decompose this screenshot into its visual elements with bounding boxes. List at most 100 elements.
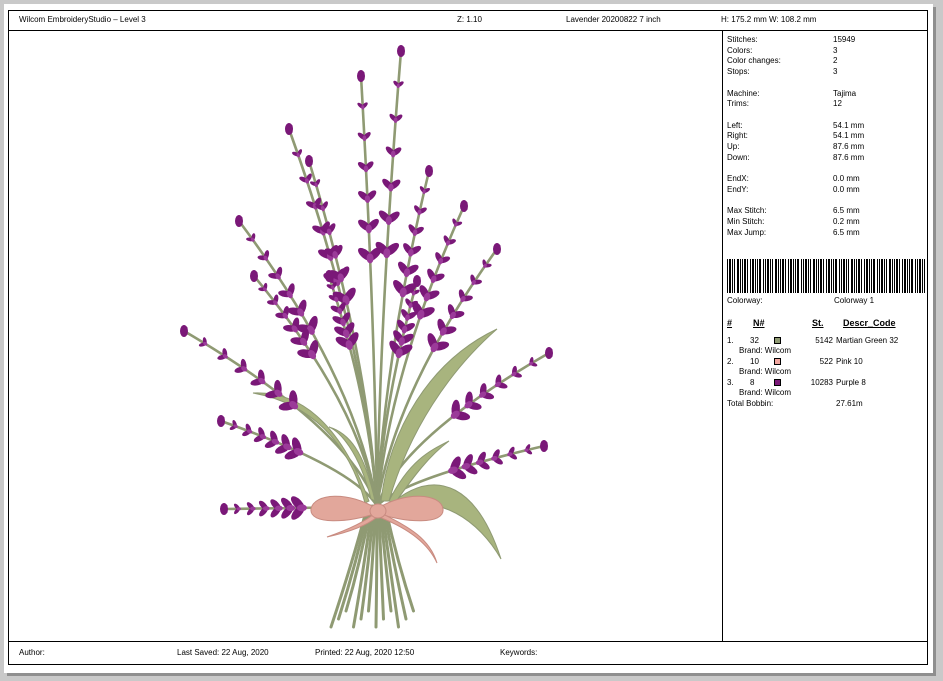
app-title: Wilcom EmbroideryStudio – Level 3 <box>19 15 146 24</box>
barcode-bar <box>841 259 842 293</box>
color-swatch <box>774 337 781 344</box>
stat-label: Color changes: <box>727 56 781 66</box>
barcode-bar <box>778 259 779 293</box>
design-name: Lavender 20200822 7 inch <box>566 15 661 24</box>
col-header-descr: Descr_Code <box>843 318 896 328</box>
barcode-bar <box>780 259 781 293</box>
zoom-level: Z: 1.10 <box>457 15 482 24</box>
barcode-bar <box>765 259 766 293</box>
barcode-bar <box>823 259 824 293</box>
stat-label: Stitches: <box>727 35 758 44</box>
author-field: Author: <box>19 648 45 657</box>
color-row-index: 3. <box>727 378 734 387</box>
stat-label: Min Stitch: <box>727 216 765 226</box>
color-row-number: 8 <box>750 378 755 387</box>
barcode-bar <box>752 259 754 293</box>
color-row-number: 32 <box>750 336 759 345</box>
barcode-bar <box>818 259 819 293</box>
leaf <box>386 484 502 560</box>
barcode-bar <box>727 259 728 293</box>
color-row-description: Martian Green 32 <box>836 336 899 345</box>
barcode-bar <box>744 259 746 293</box>
barcode-bar <box>917 259 918 293</box>
barcode-bar <box>846 259 847 293</box>
barcode-icon <box>727 259 927 293</box>
stat-label: EndY: <box>727 184 749 194</box>
stat-value: 6.5 mm <box>833 206 860 216</box>
lavender-bud-tip <box>413 275 421 287</box>
barcode-bar <box>915 259 916 293</box>
stat-label: Stops: <box>727 67 750 77</box>
barcode-bar <box>861 259 862 293</box>
barcode-bar <box>831 259 832 293</box>
barcode-bar <box>740 259 741 293</box>
lavender-bud-tip <box>220 503 228 515</box>
stat-label: Down: <box>727 152 750 162</box>
barcode-bar <box>909 259 910 293</box>
panel-divider <box>722 30 723 641</box>
barcode-bar <box>911 259 913 293</box>
barcode-bar <box>881 259 883 293</box>
barcode-bar <box>797 259 799 293</box>
color-row-brand: Brand: Wilcom <box>739 388 792 397</box>
total-bobbin-value: 27.61m <box>836 399 863 408</box>
lavender-bud-tip <box>250 270 258 282</box>
lavender-bud-tip <box>540 440 548 452</box>
color-row-description: Pink 10 <box>836 357 863 366</box>
stat-label: Right: <box>727 131 748 141</box>
barcode-bar <box>864 259 865 293</box>
color-row-description: Purple 8 <box>836 378 866 387</box>
stat-value: 6.5 mm <box>833 227 860 237</box>
stat-label: Colors: <box>727 45 753 55</box>
barcode-bar <box>790 259 792 293</box>
barcode-bar <box>924 259 925 293</box>
stat-value: 87.6 mm <box>833 152 865 162</box>
last-saved: Last Saved: 22 Aug, 2020 <box>177 648 269 657</box>
color-row-index: 1. <box>727 336 734 345</box>
barcode-bar <box>801 259 802 293</box>
barcode-bar <box>851 259 853 293</box>
color-row-brand: Brand: Wilcom <box>739 367 792 376</box>
color-row-stitches: 10283 <box>810 378 833 387</box>
stat-value: 3 <box>833 67 838 77</box>
stat-label: EndX: <box>727 174 749 184</box>
barcode-bar <box>737 259 739 293</box>
barcode-bar <box>858 259 860 293</box>
barcode-bar <box>907 259 908 293</box>
stat-label: Max Stitch: <box>727 206 767 216</box>
lavender-bud-tip <box>325 270 333 282</box>
barcode-bar <box>772 259 773 293</box>
barcode-bar <box>803 259 804 293</box>
barcode-bar <box>813 259 815 293</box>
footer-divider <box>9 641 927 642</box>
barcode-bar <box>793 259 794 293</box>
barcode-bar <box>894 259 895 293</box>
barcode-bar <box>828 259 830 293</box>
barcode-bar <box>775 259 777 293</box>
design-size: H: 175.2 mm W: 108.2 mm <box>721 15 817 24</box>
barcode-bar <box>763 259 764 293</box>
lavender-bud-tip <box>305 155 313 167</box>
stat-value: 87.6 mm <box>833 142 865 151</box>
barcode-bar <box>729 259 731 293</box>
lavender-bud-tip <box>545 347 553 359</box>
barcode-bar <box>877 259 878 293</box>
stat-label: Trims: <box>727 99 749 109</box>
stat-value: 3 <box>833 45 838 55</box>
barcode-bar <box>879 259 880 293</box>
stat-value: 15949 <box>833 35 856 44</box>
lavender-bud-tip <box>357 70 365 82</box>
barcode-bar <box>788 259 789 293</box>
stat-value: 12 <box>833 99 842 109</box>
stat-label: Machine: <box>727 88 760 98</box>
color-row-number: 10 <box>750 357 759 366</box>
colorway-value: Colorway 1 <box>834 296 875 305</box>
lavender-bud-tip <box>285 123 293 135</box>
barcode-bar <box>896 259 898 293</box>
barcode-bar <box>747 259 748 293</box>
barcode-bar <box>848 259 849 293</box>
stat-value: 54.1 mm <box>833 131 865 141</box>
barcode-bar <box>816 259 817 293</box>
stat-value: 0.0 mm <box>833 174 860 184</box>
barcode-bar <box>805 259 807 293</box>
